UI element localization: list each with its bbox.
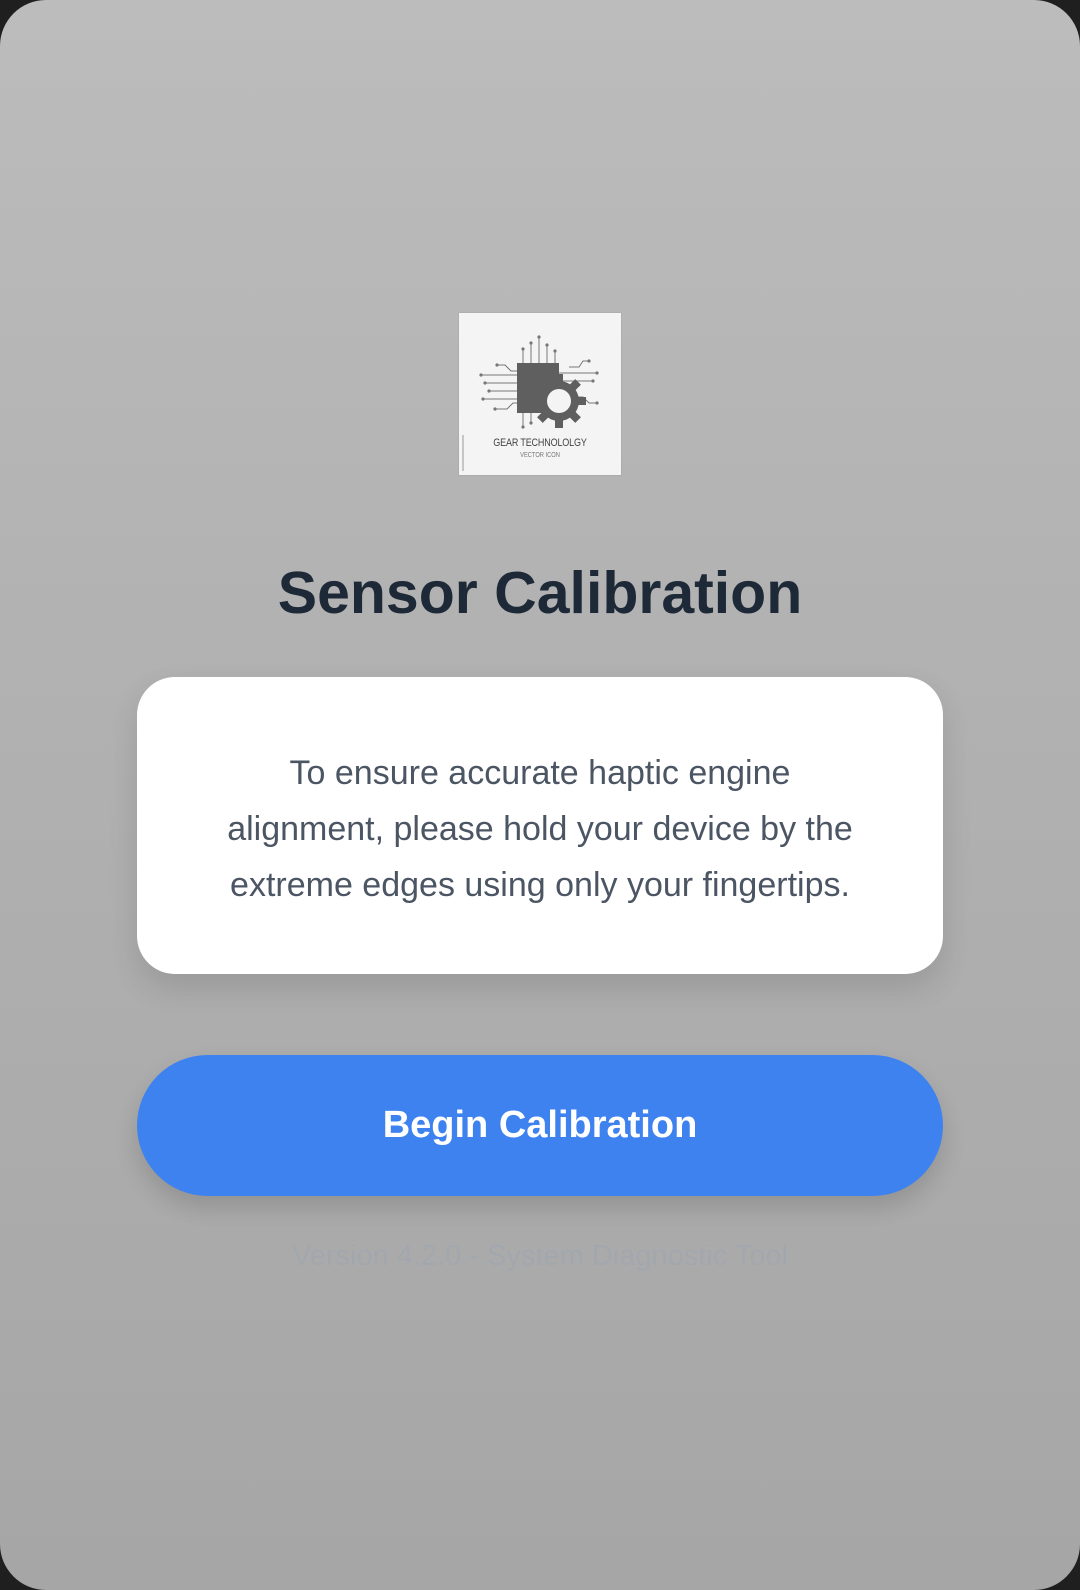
instructions-text: To ensure accurate haptic engine alignme… <box>227 754 853 904</box>
logo-subcaption: VECTOR ICON <box>520 452 560 459</box>
logo-caption: GEAR TECHNOLOLGY <box>493 437 587 449</box>
begin-calibration-button[interactable]: Begin Calibration <box>137 1055 943 1196</box>
gear-technology-logo: GEAR TECHNOLOLGY VECTOR ICON <box>459 313 621 475</box>
version-footer: Version 4.2.0 - System Diagnostic Tool <box>292 1240 788 1272</box>
gear-chip-icon <box>462 335 599 471</box>
app-screen: GEAR TECHNOLOLGY VECTOR ICON Sensor Cali… <box>0 0 1080 1590</box>
page-title: Sensor Calibration <box>277 560 803 626</box>
instructions-card: To ensure accurate haptic engine alignme… <box>137 677 943 974</box>
